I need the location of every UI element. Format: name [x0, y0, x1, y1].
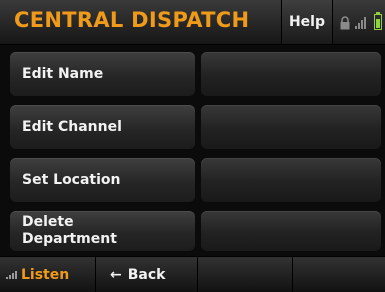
delete-department-button[interactable]: Delete Department — [10, 211, 195, 251]
lock-icon — [340, 16, 350, 30]
edit-channel-value[interactable] — [201, 105, 381, 149]
delete-department-label: Delete Department — [22, 214, 117, 247]
set-location-value[interactable] — [201, 158, 381, 202]
page-title: CENTRAL DISPATCH — [14, 8, 250, 32]
help-button[interactable]: Help — [281, 0, 333, 44]
edit-channel-button[interactable]: Edit Channel — [10, 105, 195, 149]
listen-label: Listen — [21, 266, 70, 283]
softkey-4[interactable] — [293, 257, 385, 292]
signal-bars-icon — [6, 270, 17, 279]
footer-bar: Listen ← Back — [0, 256, 385, 292]
edit-channel-label: Edit Channel — [22, 118, 122, 135]
softkey-3[interactable] — [198, 257, 293, 292]
signal-bars-icon — [355, 15, 366, 29]
battery-icon — [374, 12, 382, 30]
arrow-left-icon: ← — [110, 266, 122, 283]
status-icons — [338, 12, 385, 32]
edit-name-label: Edit Name — [22, 65, 104, 82]
edit-name-button[interactable]: Edit Name — [10, 52, 195, 96]
header-bar: CENTRAL DISPATCH Help — [0, 0, 385, 45]
back-label: Back — [127, 266, 166, 283]
listen-button[interactable]: Listen — [0, 257, 96, 292]
set-location-label: Set Location — [22, 171, 121, 188]
set-location-button[interactable]: Set Location — [10, 158, 195, 202]
back-button[interactable]: ← Back — [96, 257, 198, 292]
delete-department-value[interactable] — [201, 211, 381, 251]
edit-name-value[interactable] — [201, 52, 381, 96]
